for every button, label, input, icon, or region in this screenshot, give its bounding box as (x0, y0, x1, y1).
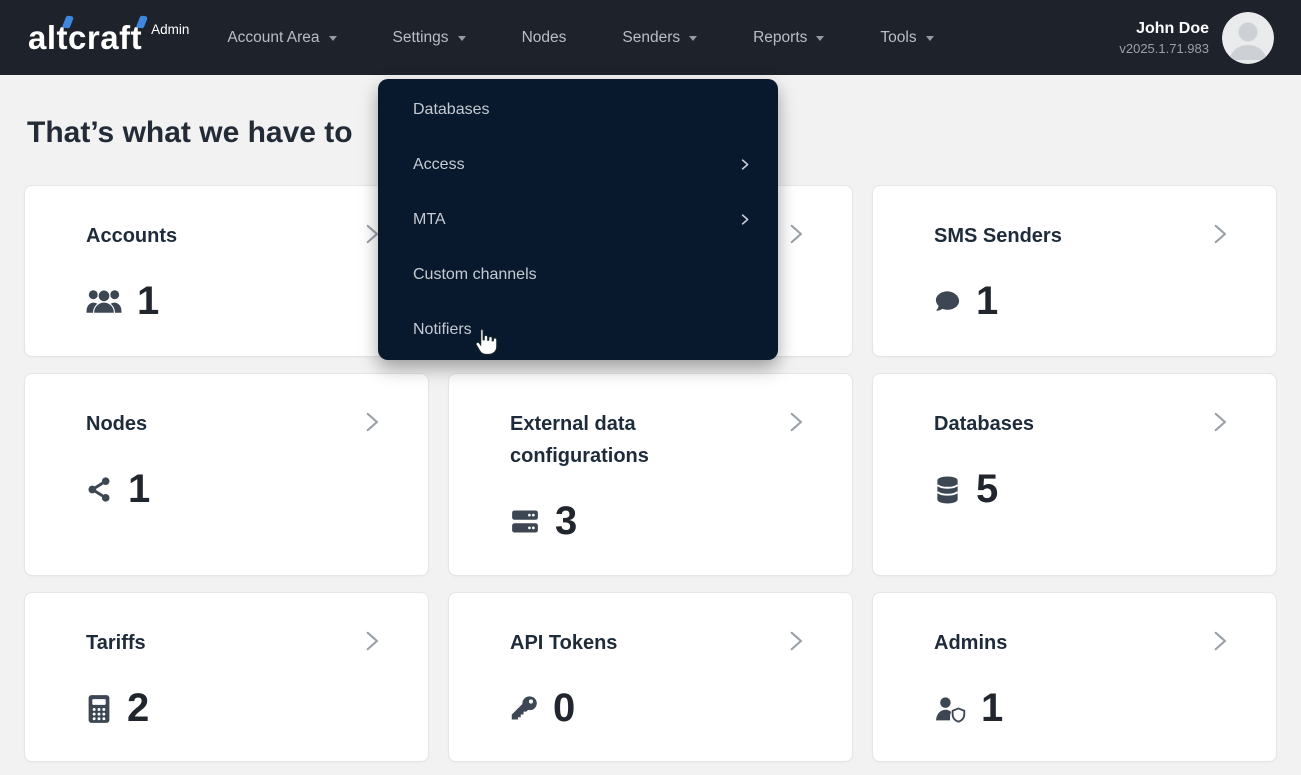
dropdown-item-databases[interactable]: Databases (378, 82, 778, 137)
menu-label: Senders (622, 29, 680, 47)
card-admins[interactable]: Admins 1 (872, 592, 1277, 762)
menu-item-settings[interactable]: Settings (393, 29, 466, 47)
dropdown-item-notifiers[interactable]: Notifiers (378, 302, 778, 357)
card-title: API Tokens (510, 627, 750, 659)
card-title: Nodes (86, 408, 326, 440)
main-menu: Account Area Settings Nodes Senders Repo… (227, 29, 933, 47)
card-title: SMS Senders (934, 220, 1174, 252)
dropdown-item-label: Custom channels (413, 266, 537, 284)
count-row: 3 (510, 499, 802, 544)
menu-item-tools[interactable]: Tools (880, 29, 933, 47)
menu-label: Account Area (227, 29, 319, 47)
admin-suffix-label: Admin (151, 22, 189, 37)
chevron-right-icon[interactable] (782, 409, 808, 435)
caret-down-icon (689, 36, 697, 41)
caret-down-icon (816, 36, 824, 41)
avatar-silhouette-icon (1222, 12, 1274, 64)
dropdown-item-mta[interactable]: MTA (378, 192, 778, 247)
menu-item-reports[interactable]: Reports (753, 29, 824, 47)
menu-item-senders[interactable]: Senders (622, 29, 697, 47)
card-title: Tariffs (86, 627, 326, 659)
card-tariffs[interactable]: Tariffs 2 (24, 592, 429, 762)
chevron-right-icon[interactable] (1206, 628, 1232, 654)
chevron-right-icon[interactable] (782, 628, 808, 654)
dropdown-item-label: MTA (413, 211, 446, 229)
calculator-icon (86, 694, 112, 724)
card-title: Accounts (86, 220, 326, 252)
card-title: External data configurations (510, 408, 750, 472)
brand-t-accented: t (131, 19, 143, 57)
card-count: 1 (976, 279, 998, 324)
share-nodes-icon (86, 476, 113, 503)
count-row: 1 (934, 279, 1226, 324)
database-icon (934, 475, 961, 505)
chevron-right-icon (737, 157, 752, 172)
card-count: 0 (553, 686, 575, 731)
altcraft-logo[interactable]: altcraft Admin (28, 19, 189, 57)
users-icon (86, 288, 122, 315)
card-title: Databases (934, 408, 1174, 440)
page-title: That’s what we have to (27, 116, 353, 150)
dropdown-item-label: Databases (413, 101, 490, 119)
app-version: v2025.1.71.983 (1119, 41, 1209, 56)
menu-label: Settings (393, 29, 449, 47)
card-title: Admins (934, 627, 1174, 659)
top-navbar: altcraft Admin Account Area Settings Nod… (0, 0, 1301, 75)
count-row: 1 (86, 279, 378, 324)
brand-text: craf (68, 19, 131, 57)
card-count: 1 (981, 686, 1003, 731)
card-count: 1 (137, 279, 159, 324)
comment-icon (934, 288, 961, 315)
settings-dropdown-menu: Databases Access MTA Custom channels Not… (378, 79, 778, 360)
chevron-right-icon[interactable] (358, 409, 384, 435)
user-name: John Doe (1119, 20, 1209, 38)
card-count: 2 (127, 686, 149, 731)
user-info: John Doe v2025.1.71.983 (1119, 20, 1209, 56)
user-avatar[interactable] (1222, 12, 1274, 64)
card-api-tokens[interactable]: API Tokens 0 (448, 592, 853, 762)
server-icon (510, 508, 540, 535)
card-external-data-configurations[interactable]: External data configurations 3 (448, 373, 853, 576)
menu-label: Tools (880, 29, 916, 47)
user-shield-icon (934, 695, 966, 723)
card-count: 5 (976, 467, 998, 512)
dropdown-item-label: Notifiers (413, 321, 472, 339)
card-count: 1 (128, 467, 150, 512)
brand-t-accented: t (57, 19, 69, 57)
chevron-right-icon[interactable] (782, 221, 808, 247)
key-icon (510, 695, 538, 723)
card-accounts[interactable]: Accounts 1 (24, 185, 429, 357)
menu-label: Nodes (522, 29, 567, 47)
chevron-right-icon[interactable] (1206, 409, 1232, 435)
card-sms-senders[interactable]: SMS Senders 1 (872, 185, 1277, 357)
count-row: 5 (934, 467, 1226, 512)
dropdown-item-label: Access (413, 156, 465, 174)
chevron-right-icon[interactable] (1206, 221, 1232, 247)
chevron-right-icon (737, 212, 752, 227)
card-databases[interactable]: Databases 5 (872, 373, 1277, 576)
count-row: 0 (510, 686, 802, 731)
brand-text: al (28, 19, 57, 57)
menu-item-nodes[interactable]: Nodes (522, 29, 567, 47)
menu-item-account-area[interactable]: Account Area (227, 29, 336, 47)
chevron-right-icon[interactable] (358, 628, 384, 654)
caret-down-icon (926, 36, 934, 41)
count-row: 2 (86, 686, 378, 731)
caret-down-icon (329, 36, 337, 41)
dropdown-item-access[interactable]: Access (378, 137, 778, 192)
count-row: 1 (86, 467, 378, 512)
brand-wordmark: altcraft (28, 19, 142, 57)
card-nodes[interactable]: Nodes 1 (24, 373, 429, 576)
user-block[interactable]: John Doe v2025.1.71.983 (1119, 12, 1274, 64)
count-row: 1 (934, 686, 1226, 731)
caret-down-icon (458, 36, 466, 41)
dropdown-item-custom-channels[interactable]: Custom channels (378, 247, 778, 302)
card-count: 3 (555, 499, 577, 544)
menu-label: Reports (753, 29, 807, 47)
